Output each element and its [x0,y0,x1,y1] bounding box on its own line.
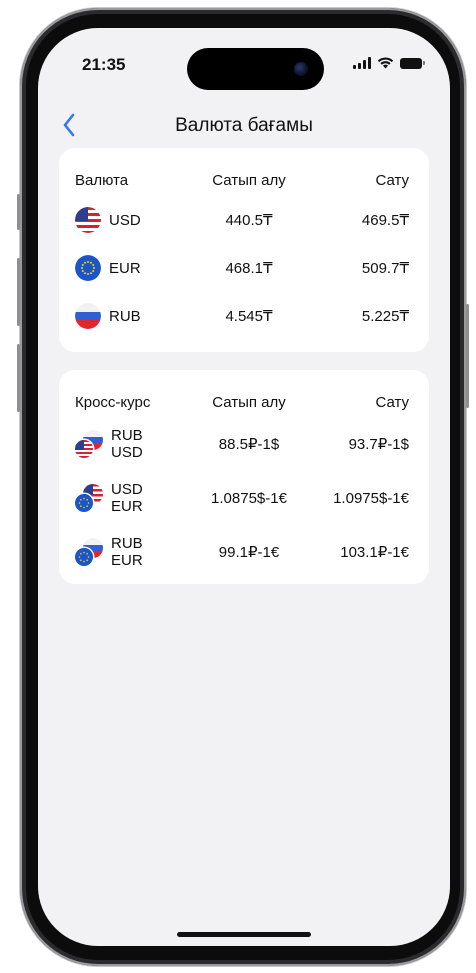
mute-switch [17,194,20,230]
power-button [466,304,469,408]
buy-rate: 4.545₸ [225,308,273,325]
us-flag-icon [75,207,101,233]
rate-row-usd: USD 440.5₸ 469.5₸ [59,200,429,240]
cross-row-rub-usd: RUB USD 88.5₽-1$ 93.7₽-1$ [59,424,429,464]
cross-buy-rate: 1.0875$-1€ [211,489,287,507]
currency-code: EUR [109,259,141,277]
cross-header-row: Кросс-курс Сатып алу Сату [59,382,429,422]
sell-rate: 5.225₸ [361,308,409,325]
cross-row-rub-eur: RUB EUR 99.1₽-1€ 103.1₽-1€ [59,532,429,572]
battery-icon [400,57,425,69]
phone-frame: 21:35 Валюта бағамы Валюта Сатып алу Сат… [17,8,469,966]
status-icons [353,57,425,69]
camera-icon [294,62,308,76]
rub-eur-pair-icon [75,538,103,566]
col-header-buy: Сатып алу [212,171,286,189]
ru-flag-icon [75,303,101,329]
cross-buy-rate: 88.5₽-1$ [218,436,280,453]
pair-bottom-code: EUR [111,498,143,515]
dynamic-island [187,48,324,90]
cross-sell-rate: 93.7₽-1$ [348,436,409,453]
page-title: Валюта бағамы [175,115,313,136]
usd-eur-pair-icon [75,484,103,512]
buy-rate: 468.1₸ [225,260,273,277]
currency-code: RUB [109,307,141,325]
app-screen: 21:35 Валюта бағамы Валюта Сатып алу Сат… [38,28,450,946]
home-indicator[interactable] [177,932,311,937]
col-header-cross: Кросс-курс [75,393,151,411]
currency-code: USD [109,211,141,229]
volume-up-button [17,258,20,326]
pair-bottom-code: USD [111,444,143,461]
pair-top-code: RUB [111,427,143,444]
rate-row-rub: RUB 4.545₸ 5.225₸ [59,296,429,336]
cross-rates-card: Кросс-курс Сатып алу Сату RUB USD 88.5₽-… [59,370,429,584]
eu-flag-icon [75,255,101,281]
pair-bottom-code: EUR [111,552,143,569]
volume-down-button [17,344,20,412]
buy-rate: 440.5₸ [225,212,273,229]
rates-header-row: Валюта Сатып алу Сату [59,160,429,200]
cross-sell-rate: 103.1₽-1€ [340,544,409,561]
status-time: 21:35 [82,55,126,74]
pair-top-code: RUB [111,535,143,552]
navigation-bar: Валюта бағамы [38,106,450,146]
col-header-sell: Сату [375,393,409,411]
pair-top-code: USD [111,481,143,498]
cellular-signal-icon [353,57,371,69]
sell-rate: 509.7₸ [361,260,409,277]
col-header-sell: Сату [375,171,409,189]
cross-row-usd-eur: USD EUR 1.0875$-1€ 1.0975$-1€ [59,478,429,518]
col-header-buy: Сатып алу [212,393,286,411]
col-header-currency: Валюта [75,171,129,189]
rub-usd-pair-icon [75,430,103,458]
wifi-icon [377,57,394,69]
sell-rate: 469.5₸ [361,212,409,229]
exchange-rates-card: Валюта Сатып алу Сату USD 440.5₸ 469.5₸ … [59,148,429,352]
rate-row-eur: EUR 468.1₸ 509.7₸ [59,248,429,288]
cross-sell-rate: 1.0975$-1€ [333,489,409,507]
cross-buy-rate: 99.1₽-1€ [218,544,280,561]
